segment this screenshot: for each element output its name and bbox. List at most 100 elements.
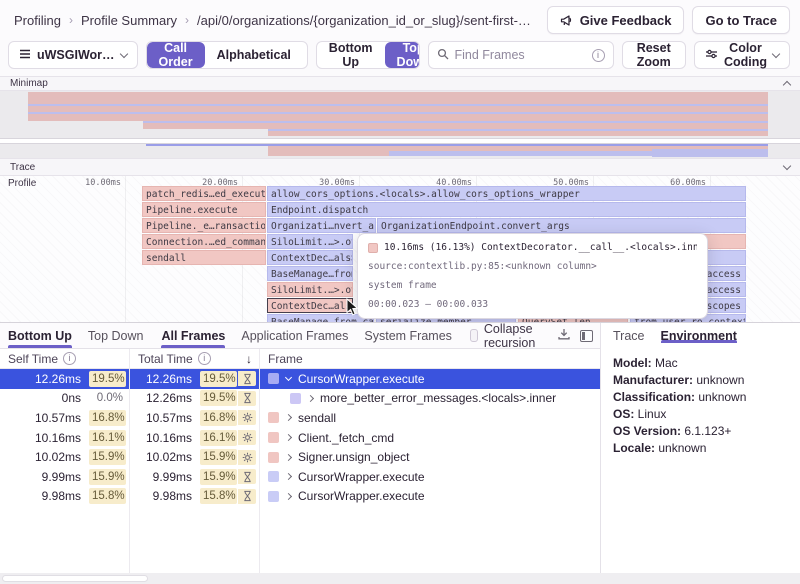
collapsed-chevron-icon[interactable]	[285, 454, 292, 461]
collapsed-chevron-icon[interactable]	[285, 414, 292, 421]
collapsed-chevron-icon[interactable]	[285, 473, 292, 480]
total-time-value: 12.26ms	[146, 372, 192, 386]
hourglass-icon	[238, 391, 256, 406]
flamegraph-frame[interactable]: sendall	[142, 250, 266, 265]
column-divider[interactable]	[129, 349, 130, 573]
color-coding-label: Color Coding	[724, 41, 767, 69]
flamegraph-frame[interactable]: Organizati…nvert_args	[267, 218, 376, 233]
collapsed-chevron-icon[interactable]	[307, 395, 314, 402]
hourglass-icon	[238, 489, 256, 504]
total-percent-chip: 15.9%	[200, 449, 237, 465]
flamegraph-frame[interactable]: BaseManage…from_c	[267, 266, 353, 281]
reset-zoom-button[interactable]: Reset Zoom	[622, 41, 686, 69]
download-icon[interactable]	[558, 328, 570, 343]
tooltip-source: source:contextlib.py:85:<unknown column>	[368, 261, 697, 272]
sliders-icon	[705, 48, 718, 62]
self-percent-chip: 15.8%	[89, 488, 126, 504]
breadcrumb-profiling[interactable]: Profiling	[14, 13, 61, 28]
collapse-recursion-control[interactable]: Collapse recursion	[470, 322, 540, 350]
frame-name: Signer.unsign_object	[298, 450, 409, 464]
details-tab-trace[interactable]: Trace	[613, 329, 645, 343]
table-row[interactable]: 0ns0.0%12.26ms19.5%more_better_error_mes…	[0, 389, 600, 409]
self-percent-chip: 15.9%	[89, 449, 126, 465]
view-option-bottom-up[interactable]: Bottom Up	[317, 42, 385, 68]
flamegraph-frame[interactable]: ContextDec…als>.i	[267, 298, 353, 313]
give-feedback-button[interactable]: Give Feedback	[547, 6, 685, 34]
search-input[interactable]	[455, 48, 586, 62]
minimap-title: Minimap	[10, 78, 48, 89]
flamegraph-frame[interactable]: SiloLimit.…>.over	[267, 282, 353, 297]
reset-zoom-label: Reset Zoom	[633, 41, 675, 69]
frame-column-header[interactable]: Frame	[260, 352, 600, 366]
flamegraph-frame[interactable]: Pipeline.execute	[142, 202, 266, 217]
breadcrumb-profile-summary[interactable]: Profile Summary	[81, 13, 177, 28]
total-time-label: Total Time	[138, 352, 193, 366]
flamegraph-frame[interactable]: OrganizationEndpoint.convert_args	[377, 218, 746, 233]
minimap-bar	[28, 114, 768, 121]
view-option-top-down[interactable]: Top Down	[385, 42, 420, 68]
flamegraph-frame[interactable]: SiloLimit.…>.over	[267, 234, 353, 249]
self-time-column-header[interactable]: Self Time i	[0, 352, 130, 366]
details-tab-environment[interactable]: Environment	[661, 329, 737, 343]
total-time-value: 9.98ms	[153, 489, 192, 503]
tab-bottom-up[interactable]: Bottom Up	[8, 323, 72, 348]
table-row[interactable]: 12.26ms19.5%12.26ms19.5%CursorWrapper.ex…	[0, 369, 600, 389]
view-segmented-control: Bottom UpTop Down	[316, 41, 420, 69]
total-time-value: 12.26ms	[146, 391, 192, 405]
minimap-bar	[389, 151, 652, 156]
frame-name: CursorWrapper.execute	[298, 372, 425, 386]
flamegraph-frame[interactable]: ContextDec…als>.i	[267, 250, 353, 265]
collapsed-chevron-icon[interactable]	[285, 434, 292, 441]
collapse-recursion-label: Collapse recursion	[484, 322, 540, 350]
find-frames-search[interactable]: i	[428, 41, 614, 69]
tab-system-frames[interactable]: System Frames	[364, 323, 452, 348]
breadcrumb-transaction: /api/0/organizations/{organization_id_or…	[197, 13, 531, 28]
go-to-trace-button[interactable]: Go to Trace	[692, 6, 790, 34]
table-row[interactable]: 10.02ms15.9%10.02ms15.9%Signer.unsign_ob…	[0, 447, 600, 467]
environment-entry: Locale: unknown	[613, 440, 788, 457]
info-icon: i	[592, 49, 605, 62]
tab-top-down[interactable]: Top Down	[88, 323, 144, 348]
axis-gridline	[125, 176, 126, 322]
column-divider[interactable]	[259, 349, 260, 573]
tab-application-frames[interactable]: Application Frames	[241, 323, 348, 348]
flamegraph-canvas[interactable]: Profile 10.00ms20.00ms30.00ms40.00ms50.0…	[0, 176, 800, 322]
total-percent-chip: 15.9%	[200, 469, 237, 485]
system-frame-gear-icon	[238, 410, 256, 425]
minimap-canvas[interactable]	[0, 91, 800, 158]
table-row[interactable]: 9.98ms15.8%9.98ms15.8%CursorWrapper.exec…	[0, 487, 600, 507]
thread-selector-dropdown[interactable]: uWSGIWor…	[8, 41, 138, 69]
dock-left-icon[interactable]	[580, 330, 593, 342]
collapse-recursion-checkbox[interactable]	[470, 329, 478, 342]
scrollbar-thumb[interactable]	[2, 575, 148, 582]
table-row[interactable]: 10.57ms16.8%10.57ms16.8%sendall	[0, 408, 600, 428]
trace-header[interactable]: Trace	[0, 158, 800, 176]
collapsed-chevron-icon[interactable]	[285, 493, 292, 500]
flamegraph-frame[interactable]: patch_redis…ed_execute	[142, 186, 266, 201]
go-to-trace-label: Go to Trace	[705, 13, 777, 28]
flamegraph-frame[interactable]: Pipeline._e…ransaction	[142, 218, 266, 233]
sort-option-call-order[interactable]: Call Order	[147, 42, 205, 68]
sort-option-left-heavy[interactable]: Left Heavy	[303, 42, 308, 68]
table-row[interactable]: 10.16ms16.1%10.16ms16.1%Client._fetch_cm…	[0, 428, 600, 448]
sort-descending-icon[interactable]: ↓	[246, 352, 252, 366]
sorting-segmented-control: Call OrderAlphabeticalLeft Heavy	[146, 41, 308, 69]
system-frame-gear-icon	[238, 450, 256, 465]
horizontal-scrollbar[interactable]	[0, 573, 800, 584]
flamegraph-frame[interactable]: allow_cors_options.<locals>.allow_cors_o…	[267, 186, 746, 201]
flamegraph-frame[interactable]: Connection.…ed_command	[142, 234, 266, 249]
environment-entry-label: Locale:	[613, 441, 655, 455]
expanded-chevron-icon[interactable]	[285, 374, 292, 381]
minimap-view-band[interactable]	[0, 138, 800, 144]
tab-all-frames[interactable]: All Frames	[161, 323, 225, 348]
megaphone-icon	[560, 14, 574, 27]
thread-selector-label: uWSGIWor…	[37, 48, 115, 62]
flamegraph-frame[interactable]: Endpoint.dispatch	[267, 202, 746, 217]
minimap-header[interactable]: Minimap	[0, 76, 800, 91]
total-time-column-header[interactable]: Total Time i ↓	[130, 352, 260, 366]
self-percent-chip: 16.1%	[89, 430, 126, 446]
color-coding-dropdown[interactable]: Color Coding	[694, 41, 790, 69]
table-row[interactable]: 9.99ms15.9%9.99ms15.9%CursorWrapper.exec…	[0, 467, 600, 487]
trace-title: Trace	[10, 162, 35, 173]
sort-option-alphabetical[interactable]: Alphabetical	[205, 42, 303, 68]
